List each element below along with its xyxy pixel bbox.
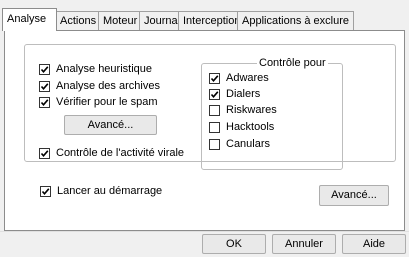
- checkbox-box[interactable]: [209, 88, 220, 100]
- checkbox-box[interactable]: [209, 104, 220, 116]
- tab-label: Actions: [60, 15, 97, 27]
- advanced-scan-button[interactable]: Avancé...: [64, 115, 157, 135]
- checkbox-label: Contrôle de l'activité virale: [56, 147, 185, 159]
- checkbox-label: Hacktools: [226, 121, 275, 133]
- checkmark-icon: [41, 187, 50, 195]
- checkbox-archive-analysis[interactable]: Analyse des archives: [39, 80, 160, 92]
- tab-label: Applications à exclure: [242, 15, 350, 27]
- checkmark-icon: [210, 74, 219, 82]
- checkbox-heuristic-analysis[interactable]: Analyse heuristique: [39, 63, 152, 75]
- checkmark-icon: [40, 82, 49, 90]
- checkbox-label: Lancer au démarrage: [57, 185, 163, 197]
- tab-moteur[interactable]: Moteur: [98, 11, 140, 30]
- button-label: Avancé...: [331, 189, 377, 201]
- checkbox-riskwares[interactable]: Riskwares: [209, 104, 277, 116]
- checkbox-box[interactable]: [40, 185, 51, 197]
- checkbox-box[interactable]: [39, 80, 50, 92]
- tab-applications-a-exclure[interactable]: Applications à exclure: [237, 11, 354, 30]
- tab-label: Moteur: [103, 15, 138, 27]
- button-label: Avancé...: [87, 119, 134, 131]
- checkbox-label: Vérifier pour le spam: [56, 96, 158, 108]
- tab-interception[interactable]: Interception: [178, 11, 241, 30]
- checkbox-dialers[interactable]: Dialers: [209, 88, 260, 100]
- checkmark-icon: [40, 149, 49, 157]
- button-label: Aide: [362, 238, 386, 250]
- tab-analyse[interactable]: Analyse: [2, 8, 57, 31]
- checkbox-label: Analyse heuristique: [56, 63, 153, 75]
- checkbox-label: Dialers: [226, 88, 261, 100]
- checkbox-label: Adwares: [226, 72, 269, 84]
- checkbox-hacktools[interactable]: Hacktools: [209, 121, 274, 133]
- cancel-button[interactable]: Annuler: [272, 234, 336, 254]
- tab-journal[interactable]: Journal: [139, 11, 181, 30]
- control-for-group: Contrôle pour Adwares Dialers Riskwares …: [201, 56, 343, 170]
- checkmark-icon: [40, 65, 49, 73]
- checkbox-launch-at-startup[interactable]: Lancer au démarrage: [40, 185, 162, 197]
- checkbox-spam-check[interactable]: Vérifier pour le spam: [39, 96, 158, 108]
- tab-panel-analyse: Analyse heuristique Analyse des archives…: [4, 30, 405, 231]
- help-button[interactable]: Aide: [342, 234, 406, 254]
- tab-label: Interception: [183, 15, 241, 27]
- checkbox-label: Riskwares: [226, 104, 277, 116]
- tab-actions[interactable]: Actions: [55, 11, 99, 30]
- checkbox-box[interactable]: [209, 72, 220, 84]
- checkbox-box[interactable]: [39, 147, 50, 159]
- checkbox-viral-activity-control[interactable]: Contrôle de l'activité virale: [39, 147, 184, 159]
- checkmark-icon: [210, 90, 219, 98]
- tab-label: Analyse: [7, 13, 47, 25]
- checkbox-canulars[interactable]: Canulars: [209, 138, 270, 150]
- checkbox-box[interactable]: [209, 121, 220, 133]
- footer-divider: [0, 231, 409, 232]
- ok-button[interactable]: OK: [202, 234, 266, 254]
- button-label: Annuler: [285, 238, 323, 250]
- control-for-title: Contrôle pour: [257, 56, 328, 70]
- checkmark-icon: [40, 98, 49, 106]
- checkbox-box[interactable]: [39, 96, 50, 108]
- checkbox-adwares[interactable]: Adwares: [209, 72, 269, 84]
- checkbox-label: Analyse des archives: [56, 80, 160, 92]
- checkbox-label: Canulars: [226, 138, 271, 150]
- checkbox-box[interactable]: [39, 63, 50, 75]
- tab-label: Journal: [144, 15, 181, 27]
- checkbox-box[interactable]: [209, 138, 220, 150]
- button-label: OK: [226, 238, 242, 250]
- advanced-startup-button[interactable]: Avancé...: [319, 185, 389, 206]
